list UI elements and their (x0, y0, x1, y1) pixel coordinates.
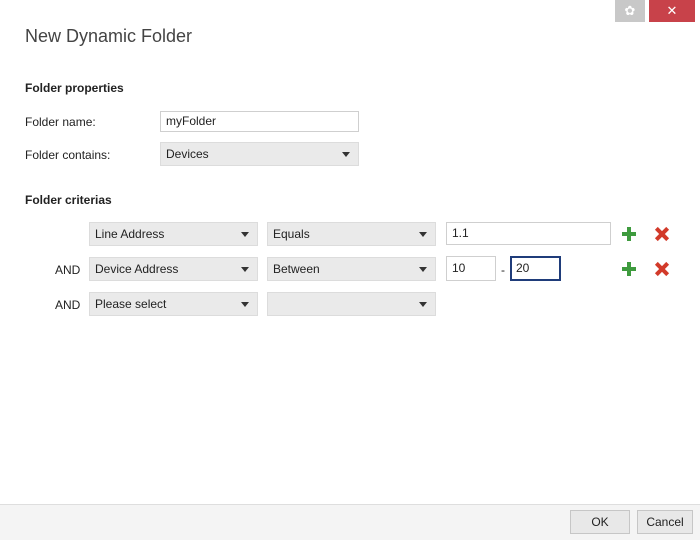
criteria-operator-select[interactable]: Between (267, 257, 436, 281)
cancel-button[interactable]: Cancel (637, 510, 693, 534)
folder-name-label: Folder name: (25, 115, 96, 129)
settings-button[interactable]: ✿ (615, 0, 645, 22)
chevron-down-icon (241, 232, 249, 237)
chevron-down-icon (342, 152, 350, 157)
close-button[interactable]: ✕ (649, 0, 695, 22)
criteria-operator-select[interactable]: Equals (267, 222, 436, 246)
range-to-input[interactable]: 20 (510, 256, 561, 281)
remove-criteria-icon[interactable] (655, 262, 669, 276)
criteria-operator-value: Between (273, 262, 320, 276)
range-from-input[interactable]: 10 (446, 256, 496, 281)
chevron-down-icon (419, 267, 427, 272)
chevron-down-icon (241, 302, 249, 307)
criteria-operator-value: Equals (273, 227, 310, 241)
dialog-footer: OK Cancel (0, 504, 700, 540)
criteria-field-value: Device Address (95, 262, 179, 276)
folder-contains-select[interactable]: Devices (160, 142, 359, 166)
gear-icon: ✿ (624, 3, 636, 18)
criteria-field-select[interactable]: Device Address (89, 257, 258, 281)
folder-contains-label: Folder contains: (25, 148, 111, 162)
dialog-title: New Dynamic Folder (25, 26, 193, 46)
ok-button[interactable]: OK (570, 510, 630, 534)
criteria-value-input[interactable]: 1.1 (446, 222, 611, 245)
criteria-field-select[interactable]: Please select (89, 292, 258, 316)
add-criteria-icon[interactable] (622, 262, 636, 276)
criteria-connector-label: AND (55, 298, 81, 312)
range-separator: - (501, 263, 505, 277)
remove-criteria-icon[interactable] (655, 227, 669, 241)
criteria-operator-select[interactable] (267, 292, 436, 316)
close-icon: ✕ (666, 3, 678, 18)
criteria-field-select[interactable]: Line Address (89, 222, 258, 246)
folder-contains-value: Devices (166, 147, 209, 161)
criteria-connector-label: AND (55, 263, 81, 277)
folder-properties-heading: Folder properties (25, 81, 124, 95)
folder-criterias-heading: Folder criterias (25, 193, 112, 207)
criteria-field-value: Please select (95, 297, 167, 311)
criteria-field-value: Line Address (95, 227, 165, 241)
chevron-down-icon (419, 302, 427, 307)
folder-name-input[interactable]: myFolder (160, 111, 359, 132)
chevron-down-icon (419, 232, 427, 237)
add-criteria-icon[interactable] (622, 227, 636, 241)
chevron-down-icon (241, 267, 249, 272)
